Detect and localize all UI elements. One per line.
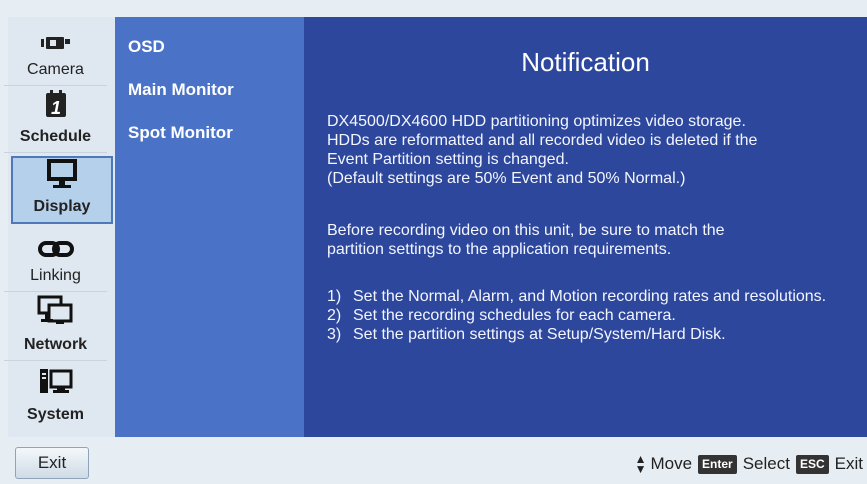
step-text: Set the Normal, Alarm, and Motion record… (353, 288, 827, 305)
step-number: 3) (327, 326, 342, 343)
text-line: (Default settings are 50% Event and 50% … (327, 170, 686, 187)
text-line: DX4500/DX4600 HDD partitioning optimizes… (327, 113, 746, 130)
notification-paragraph-2: Before recording video on this unit, be … (327, 221, 857, 259)
text-line: partition settings to the application re… (327, 241, 672, 258)
step-number: 2) (327, 307, 342, 324)
exit-button[interactable]: Exit (15, 447, 89, 479)
nav-item-display[interactable]: Display (11, 156, 113, 224)
calendar-icon: 1 (43, 89, 69, 124)
step-number: 1) (327, 288, 342, 305)
nav-item-label: Camera (27, 61, 84, 78)
nav-item-label: Linking (30, 267, 81, 284)
text-line: Event Partition setting is changed. (327, 151, 569, 168)
exit-hint: Exit (834, 454, 863, 473)
list-item: 2) Set the recording schedules for each … (327, 306, 857, 325)
notification-paragraph-1: DX4500/DX4600 HDD partitioning optimizes… (327, 112, 857, 188)
nav-item-network[interactable]: Network (4, 295, 107, 361)
select-hint: Select (742, 454, 790, 473)
nav-item-label: Schedule (19, 128, 92, 145)
esc-key-badge: ESC (795, 454, 829, 474)
monitor-icon (44, 157, 80, 194)
link-icon (37, 240, 74, 263)
list-item: 3) Set the partition settings at Setup/S… (327, 325, 857, 344)
nav-item-camera[interactable]: Camera (4, 20, 107, 86)
steps-list: 1) Set the Normal, Alarm, and Motion rec… (327, 287, 857, 344)
text-line: HDDs are reformatted and all recorded vi… (327, 132, 758, 149)
key-hints: ▲ ▼ Move Enter Select ESC Exit (635, 452, 863, 476)
notification-panel: Notification DX4500/DX4600 HDD partition… (304, 17, 867, 437)
nav-item-label: Network (23, 336, 88, 353)
submenu-item-spot-monitor[interactable]: Spot Monitor (128, 123, 233, 143)
move-hint: Move (650, 454, 693, 473)
up-down-arrows-icon: ▲ ▼ (634, 452, 647, 476)
submenu-item-osd[interactable]: OSD (128, 37, 165, 57)
step-text: Set the recording schedules for each cam… (353, 307, 676, 324)
page-title: Notification (521, 47, 650, 77)
text-line: Before recording video on this unit, be … (327, 222, 725, 239)
step-text: Set the partition settings at Setup/Syst… (353, 326, 726, 343)
enter-key-badge: Enter (698, 454, 737, 474)
nav-item-label: System (27, 406, 84, 423)
nav-item-linking[interactable]: Linking (4, 226, 107, 292)
system-icon (38, 367, 74, 402)
list-item: 1) Set the Normal, Alarm, and Motion rec… (327, 287, 857, 306)
nav-item-schedule[interactable]: 1 Schedule (4, 87, 107, 153)
network-icon (37, 295, 75, 332)
nav-item-label: Display (33, 198, 91, 215)
camera-icon (39, 34, 73, 57)
nav-item-system[interactable]: System (4, 364, 107, 430)
display-submenu: OSD Main Monitor Spot Monitor (115, 17, 304, 437)
calendar-day: 1 (50, 98, 60, 118)
submenu-item-main-monitor[interactable]: Main Monitor (128, 80, 234, 100)
